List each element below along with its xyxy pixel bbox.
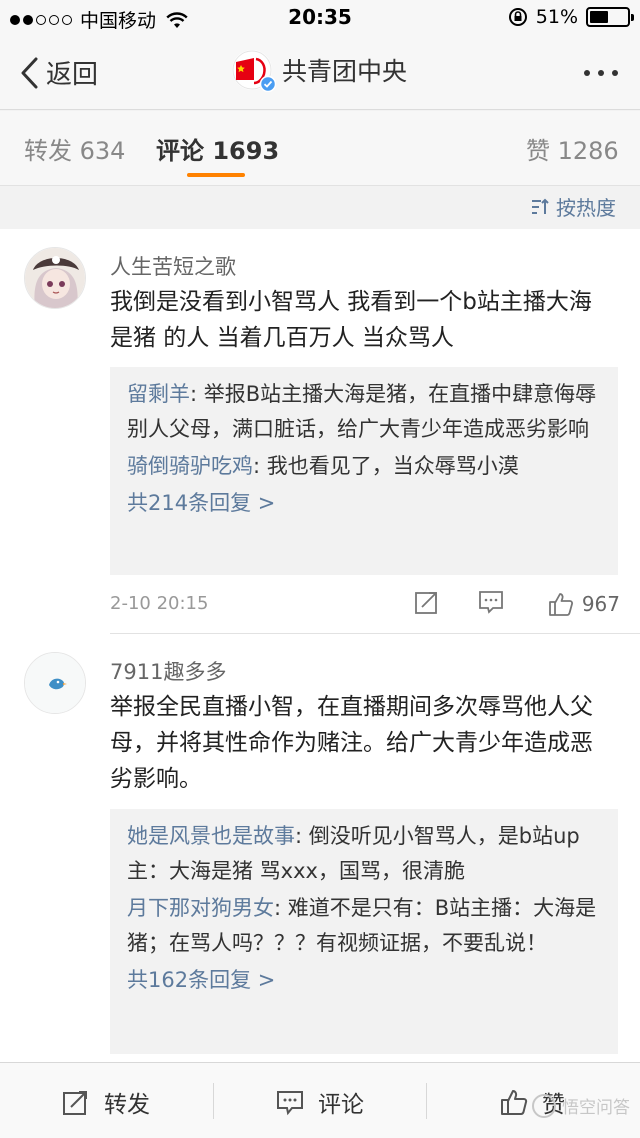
reply-box[interactable]: 她是风景也是故事: 倒没听见小智骂人，是b站up主：大海是猪 骂xxx，国骂，很… [110, 809, 618, 1054]
more-replies-link[interactable]: 共214条回复 > [127, 486, 601, 521]
reply-author[interactable]: 月下那对狗男女 [127, 896, 274, 920]
reply-text: : 我也看见了，当众辱骂小漠 [253, 454, 519, 478]
nav-bar: 返回 共青团中央 [0, 36, 640, 110]
commenter-name[interactable]: 7911趣多多 [110, 656, 226, 686]
rotation-lock-icon [508, 8, 527, 26]
comment-item: 7911趣多多 举报全民直播小智，在直播期间多次辱骂他人父母，并将其性命作为赌注… [0, 634, 640, 1062]
watermark-text: 悟空问答 [562, 1098, 630, 1118]
repost-button[interactable]: 转发 [62, 1085, 150, 1119]
bottom-toolbar: 转发 评论 赞 悟空问答 [0, 1062, 640, 1138]
comment-time: 2-10 20:15 [110, 593, 209, 614]
watermark-logo-icon [532, 1093, 556, 1118]
title-label: 共青团中央 [282, 57, 408, 86]
repost-label: 转发 [104, 1092, 150, 1118]
reply-box[interactable]: 留剩羊: 举报B站主播大海是猪，在直播中肆意侮辱别人父母，满口脏话，给广大青少年… [110, 367, 618, 575]
comment-icon [277, 1091, 303, 1116]
comment-list: 人生苦短之歌 我倒是没看到小智骂人 我看到一个b站主播大海是猪 的人 当着几百万… [0, 229, 640, 1062]
comment-icon[interactable] [478, 589, 504, 615]
reply-item: 骑倒骑驴吃鸡: 我也看见了，当众辱骂小漠 [127, 449, 601, 484]
comment-meta: 2-10 20:15 967 [110, 585, 620, 625]
status-right: 51% [508, 6, 634, 28]
battery-icon [586, 7, 634, 27]
reply-author[interactable]: 留剩羊 [127, 382, 190, 406]
comment-label: 评论 [318, 1092, 364, 1118]
reply-author[interactable]: 她是风景也是故事 [127, 824, 295, 848]
avatar[interactable] [24, 652, 86, 714]
tab-repost[interactable]: 转发 634 [24, 131, 125, 166]
reply-item: 月下那对狗男女: 难道不是只有：B站主播：大海是猪；在骂人吗？？？有视频证据，不… [127, 891, 601, 961]
like-button[interactable]: 967 [548, 591, 620, 617]
back-button[interactable]: 返回 [18, 54, 98, 91]
like-count: 967 [581, 592, 620, 616]
page-title[interactable]: 共青团中央 [232, 50, 408, 92]
more-icon[interactable] [584, 70, 618, 76]
reply-text: : 举报B站主播大海是猪，在直播中肆意侮辱别人父母，满口脏话，给广大青少年造成恶… [127, 382, 597, 441]
active-tab-indicator [187, 173, 245, 177]
bird-avatar-icon [25, 653, 85, 713]
tab-bar: 转发 634 评论 1693 赞 1286 [0, 111, 640, 185]
reply-item: 留剩羊: 举报B站主播大海是猪，在直播中肆意侮辱别人父母，满口脏话，给广大青少年… [127, 377, 601, 447]
sort-row: 按热度 [0, 185, 640, 229]
commenter-name[interactable]: 人生苦短之歌 [110, 251, 236, 281]
anime-avatar-icon [25, 248, 85, 308]
status-bar: 中国移动 20:35 51% [0, 0, 640, 36]
avatar[interactable] [24, 247, 86, 309]
reply-author[interactable]: 骑倒骑驴吃鸡 [127, 454, 253, 478]
comment-text: 我倒是没看到小智骂人 我看到一个b站主播大海是猪 的人 当着几百万人 当众骂人 [110, 289, 592, 351]
comment-text: 举报全民直播小智，在直播期间多次辱骂他人父母，并将其性命作为赌注。给广大青少年造… [110, 694, 593, 792]
chevron-left-icon [21, 57, 38, 88]
sort-by-hot-button[interactable]: 按热度 [530, 192, 616, 221]
reply-item: 她是风景也是故事: 倒没听见小智骂人，是b站up主：大海是猪 骂xxx，国骂，很… [127, 819, 601, 889]
thumbs-up-icon [548, 593, 573, 616]
more-replies-link[interactable]: 共162条回复 > [127, 963, 601, 998]
comment-button[interactable]: 评论 [276, 1085, 364, 1119]
sort-icon [532, 198, 549, 214]
back-label: 返回 [46, 60, 99, 90]
battery-percent: 51% [535, 6, 578, 28]
sort-label: 按热度 [556, 196, 616, 220]
tab-comments[interactable]: 评论 1693 [156, 131, 279, 166]
verified-badge-icon [260, 76, 276, 92]
toolbar-divider [426, 1083, 427, 1119]
repost-icon[interactable] [414, 589, 440, 615]
toolbar-divider [213, 1083, 214, 1119]
comment-item: 人生苦短之歌 我倒是没看到小智骂人 我看到一个b站主播大海是猪 的人 当着几百万… [0, 229, 640, 634]
repost-icon [63, 1091, 87, 1115]
watermark: 悟空问答 [532, 1093, 630, 1118]
tab-likes[interactable]: 赞 1286 [526, 131, 619, 166]
account-avatar [232, 50, 276, 92]
thumbs-up-icon [501, 1090, 528, 1115]
